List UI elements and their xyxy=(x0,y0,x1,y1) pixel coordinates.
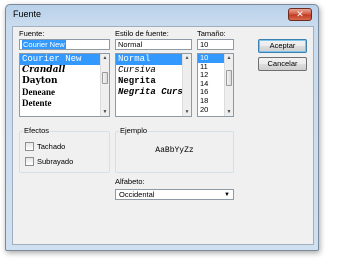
scroll-thumb[interactable] xyxy=(102,72,108,84)
font-style-input[interactable]: Normal xyxy=(115,39,192,50)
dialog-body: Fuente: Courier New Courier New Crandall… xyxy=(12,26,314,245)
font-list-scrollbar[interactable]: ▲ ▼ xyxy=(100,54,109,116)
underline-checkbox[interactable] xyxy=(25,157,34,166)
size-label: Tamaño: xyxy=(197,29,226,38)
font-item-courier-new[interactable]: Courier New xyxy=(20,54,109,65)
scroll-thumb[interactable] xyxy=(226,70,232,86)
font-name-input[interactable]: Courier New xyxy=(19,39,110,50)
font-style-list[interactable]: Normal Cursiva Negrita Negrita Cursiva ▲… xyxy=(115,53,192,117)
scroll-up-icon[interactable]: ▲ xyxy=(101,54,109,62)
font-label: Fuente: xyxy=(19,29,45,38)
scroll-down-icon[interactable]: ▼ xyxy=(183,108,191,116)
sample-label: Ejemplo xyxy=(119,126,149,135)
font-item-detente[interactable]: Detente xyxy=(20,98,109,109)
title-bar[interactable]: Fuente ✕ xyxy=(6,5,318,26)
cancel-button[interactable]: Cancelar xyxy=(258,57,307,71)
underline-label[interactable]: Subrayado xyxy=(37,157,73,166)
font-item-deneane[interactable]: Deneane xyxy=(20,87,109,98)
style-list-scrollbar[interactable]: ▲ ▼ xyxy=(182,54,191,116)
size-list-scrollbar[interactable]: ▲ ▼ xyxy=(224,54,233,116)
script-select[interactable]: Occidental ▼ xyxy=(115,189,234,200)
strikeout-checkbox[interactable] xyxy=(25,142,34,151)
font-size-input[interactable]: 10 xyxy=(197,39,234,50)
scroll-up-icon[interactable]: ▲ xyxy=(183,54,191,62)
font-name-list[interactable]: Courier New Crandall Dayton Deneane Dete… xyxy=(19,53,110,117)
effects-label: Efectos xyxy=(23,126,51,135)
sample-text: AaBbYyZz xyxy=(155,146,194,155)
window-title: Fuente xyxy=(13,9,42,19)
font-dialog: Fuente ✕ Fuente: Courier New Courier New… xyxy=(5,4,319,251)
close-icon: ✕ xyxy=(296,9,304,19)
font-size-value: 10 xyxy=(200,40,209,49)
close-button[interactable]: ✕ xyxy=(288,8,312,21)
scroll-up-icon[interactable]: ▲ xyxy=(225,54,233,62)
style-item-italic[interactable]: Cursiva xyxy=(116,65,191,76)
script-label: Alfabeto: xyxy=(115,177,145,186)
font-size-list[interactable]: 10 11 12 14 16 18 20 ▲ ▼ xyxy=(197,53,234,117)
scroll-down-icon[interactable]: ▼ xyxy=(225,108,233,116)
font-style-value: Normal xyxy=(118,40,143,49)
font-item-dayton[interactable]: Dayton xyxy=(20,76,109,87)
scroll-down-icon[interactable]: ▼ xyxy=(101,108,109,116)
strikeout-label[interactable]: Tachado xyxy=(37,142,65,151)
style-label: Estilo de fuente: xyxy=(115,29,169,38)
script-value: Occidental xyxy=(119,190,155,199)
style-item-bold[interactable]: Negrita xyxy=(116,76,191,87)
chevron-down-icon[interactable]: ▼ xyxy=(224,191,230,200)
effects-group xyxy=(19,131,110,173)
style-item-normal[interactable]: Normal xyxy=(116,54,191,65)
font-name-value: Courier New xyxy=(22,40,66,49)
accept-button[interactable]: Aceptar xyxy=(258,39,307,53)
font-item-crandall[interactable]: Crandall xyxy=(20,65,109,76)
style-item-bold-italic[interactable]: Negrita Cursiva xyxy=(116,87,191,98)
